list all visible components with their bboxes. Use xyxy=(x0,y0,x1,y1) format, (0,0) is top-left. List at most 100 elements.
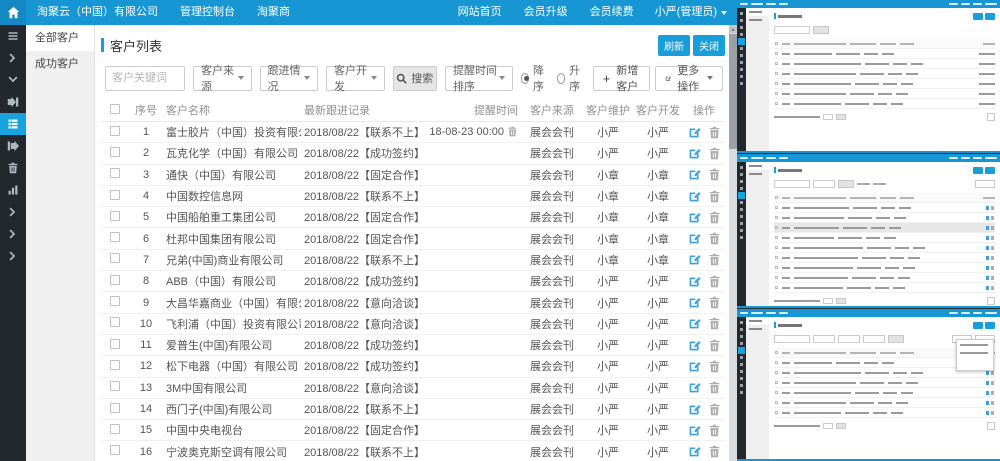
chevron-down-icon[interactable] xyxy=(0,69,26,91)
row-checkbox[interactable] xyxy=(110,445,120,455)
edit-button[interactable] xyxy=(688,403,701,416)
row-checkbox[interactable] xyxy=(110,403,120,413)
column-header: 最新跟进记录 xyxy=(301,102,429,118)
sign-out-icon[interactable] xyxy=(0,135,26,157)
sort-asc-radio[interactable]: 升序 xyxy=(557,62,585,94)
row-checkbox[interactable] xyxy=(110,317,120,327)
list-icon[interactable] xyxy=(0,113,26,135)
select-all-checkbox[interactable] xyxy=(110,104,120,114)
row-index: 7 xyxy=(129,254,163,266)
row-index: 6 xyxy=(129,233,163,245)
chart-icon[interactable] xyxy=(0,179,26,201)
edit-button[interactable] xyxy=(688,211,701,224)
edit-button[interactable] xyxy=(688,168,701,181)
remove-remind-icon[interactable] xyxy=(507,126,518,139)
mini-table-row xyxy=(774,59,995,69)
edit-button[interactable] xyxy=(688,360,701,373)
edit-button[interactable] xyxy=(688,424,701,437)
edit-button[interactable] xyxy=(688,445,701,458)
delete-button[interactable] xyxy=(708,381,721,394)
delete-button[interactable] xyxy=(708,190,721,203)
delete-button[interactable] xyxy=(708,232,721,245)
row-checkbox[interactable] xyxy=(110,275,120,285)
row-checkbox[interactable] xyxy=(110,339,120,349)
trash-icon[interactable] xyxy=(0,157,26,179)
edit-button[interactable] xyxy=(688,126,701,139)
delete-button[interactable] xyxy=(708,168,721,181)
delete-button[interactable] xyxy=(708,445,721,458)
row-checkbox[interactable] xyxy=(110,168,120,178)
row-checkbox[interactable] xyxy=(110,296,120,306)
menu-admin-console[interactable]: 管理控制台 xyxy=(169,0,246,25)
menu-site-home[interactable]: 网站首页 xyxy=(447,0,513,25)
customer-name: 瓦克化学（中国）有限公司 xyxy=(163,145,301,161)
develop-select[interactable]: 客户开发 xyxy=(326,66,385,91)
delete-button[interactable] xyxy=(708,147,721,160)
delete-button[interactable] xyxy=(708,211,721,224)
chevron-right-icon[interactable] xyxy=(0,223,26,245)
delete-button[interactable] xyxy=(708,339,721,352)
sidebar-item-all-customers[interactable]: 全部客户 xyxy=(26,25,94,51)
user-menu[interactable]: 小严(管理员) xyxy=(645,0,737,25)
chevron-right-icon[interactable] xyxy=(0,47,26,69)
edit-button[interactable] xyxy=(688,296,701,309)
scrollbar-thumb[interactable] xyxy=(729,34,737,149)
menu-icon[interactable] xyxy=(0,25,26,47)
edit-button[interactable] xyxy=(688,147,701,160)
sort-desc-radio[interactable]: 降序 xyxy=(521,62,549,94)
select-all-cell xyxy=(101,104,129,117)
close-button[interactable]: 关闭 xyxy=(693,35,725,56)
row-checkbox[interactable] xyxy=(110,211,120,221)
vertical-scrollbar[interactable] xyxy=(729,25,737,461)
source-select[interactable]: 客户来源 xyxy=(193,66,252,91)
follow-status-select[interactable]: 跟进情况 xyxy=(260,66,319,91)
row-index: 3 xyxy=(129,169,163,181)
search-button[interactable]: 搜索 xyxy=(393,66,438,91)
mini-table-row xyxy=(774,253,995,263)
row-checkbox[interactable] xyxy=(110,190,120,200)
delete-button[interactable] xyxy=(708,296,721,309)
mini-icon-rail xyxy=(737,317,746,461)
delete-button[interactable] xyxy=(708,403,721,416)
delete-button[interactable] xyxy=(708,424,721,437)
chevron-right-icon[interactable] xyxy=(0,201,26,223)
mini-footer-bar xyxy=(737,151,1000,153)
delete-button[interactable] xyxy=(708,253,721,266)
row-checkbox[interactable] xyxy=(110,147,120,157)
remind-sort-select[interactable]: 提醒时间排序 xyxy=(445,66,513,91)
menu-member-renew[interactable]: 会员续费 xyxy=(579,0,645,25)
edit-button[interactable] xyxy=(688,253,701,266)
delete-button[interactable] xyxy=(708,126,721,139)
row-checkbox[interactable] xyxy=(110,253,120,263)
screenshot-thumbnail-2[interactable] xyxy=(737,154,1000,308)
menu-member-upgrade[interactable]: 会员升级 xyxy=(513,0,579,25)
edit-button[interactable] xyxy=(688,339,701,352)
row-checkbox[interactable] xyxy=(110,424,120,434)
delete-button[interactable] xyxy=(708,275,721,288)
edit-button[interactable] xyxy=(688,381,701,394)
chevron-right-icon[interactable] xyxy=(0,245,26,267)
row-checkbox[interactable] xyxy=(110,381,120,391)
edit-button[interactable] xyxy=(688,190,701,203)
edit-button[interactable] xyxy=(688,232,701,245)
row-checkbox[interactable] xyxy=(110,232,120,242)
edit-button[interactable] xyxy=(688,275,701,288)
keyword-input[interactable] xyxy=(105,66,185,91)
add-customer-button[interactable]: + 新增客户 xyxy=(593,66,650,91)
menu-taojushang[interactable]: 淘聚商 xyxy=(246,0,301,25)
screenshot-thumbnail-1[interactable] xyxy=(737,0,1000,153)
screenshot-thumbnail-3[interactable] xyxy=(737,309,1000,461)
sidebar-item-success-customers[interactable]: 成功客户 xyxy=(26,51,94,77)
customer-table: 序号客户名称最新跟进记录提醒时间客户来源客户维护客户开发操作1富士胶片（中国）投… xyxy=(101,99,725,461)
home-icon[interactable] xyxy=(0,0,26,25)
scroll-up-icon[interactable] xyxy=(729,25,737,33)
company-menu[interactable]: 淘聚云（中国）有限公司 xyxy=(26,0,169,25)
sign-in-icon[interactable] xyxy=(0,91,26,113)
delete-button[interactable] xyxy=(708,360,721,373)
row-checkbox[interactable] xyxy=(110,126,120,136)
edit-button[interactable] xyxy=(688,317,701,330)
row-checkbox[interactable] xyxy=(110,360,120,370)
delete-button[interactable] xyxy=(708,317,721,330)
refresh-button[interactable]: 刷新 xyxy=(658,35,690,56)
more-actions-button[interactable]: 更多操作 xyxy=(655,66,723,91)
